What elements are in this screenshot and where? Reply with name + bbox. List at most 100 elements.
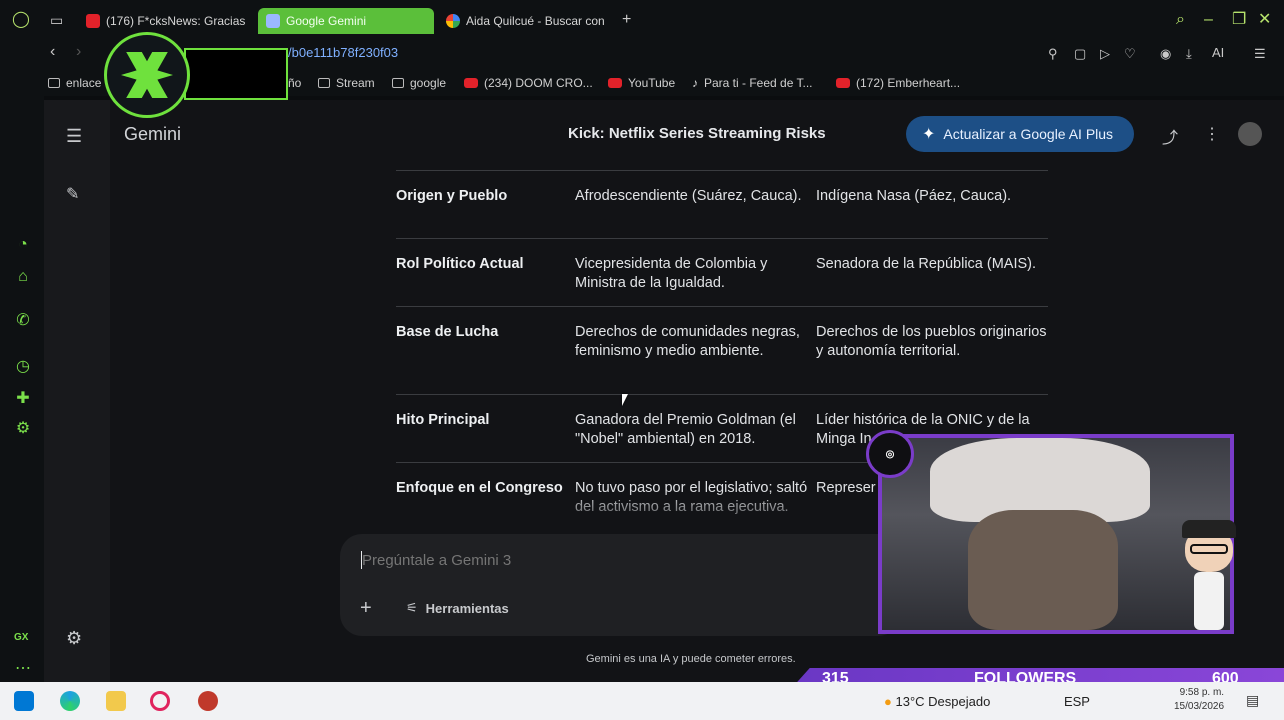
browser-tab-strip: ◯ ▭ (176) F*cksNews: Gracias Google Gemi…: [0, 0, 1284, 40]
tab-google-gemini[interactable]: Google Gemini: [258, 8, 434, 34]
settings-icon[interactable]: ⚙: [14, 420, 32, 438]
mouse-cursor: [622, 394, 628, 406]
folder-icon: [318, 78, 330, 88]
sliders-icon: ⚟: [406, 600, 418, 615]
bookmark-doom[interactable]: (234) DOOM CRO...: [464, 76, 593, 90]
youtube-icon: [86, 14, 100, 28]
folder-icon: [48, 78, 60, 88]
back-icon[interactable]: ‹: [50, 44, 55, 60]
figure-body: [1194, 572, 1224, 630]
bookmark-enlace[interactable]: enlace: [48, 76, 101, 90]
forward-icon[interactable]: ›: [76, 44, 81, 60]
search-icon[interactable]: ⌕: [1176, 12, 1185, 28]
conversation-title[interactable]: Kick: Netflix Series Streaming Risks: [568, 125, 826, 142]
avatar[interactable]: [1238, 122, 1262, 146]
url-field[interactable]: /b0e111b78f230f03: [288, 45, 398, 60]
cell: Senadora de la República (MAIS).: [816, 256, 1037, 272]
new-tab-icon[interactable]: +: [622, 12, 631, 28]
heart-icon[interactable]: ♡: [1124, 46, 1136, 62]
folder-icon: [392, 78, 404, 88]
table-row: Rol Político Actual Vicepresidenta de Co…: [396, 238, 1048, 306]
add-attachment-icon[interactable]: +: [360, 597, 372, 620]
bookmark-youtube[interactable]: YouTube: [608, 76, 675, 90]
overlay-logo-icon: [104, 32, 190, 118]
player-icon[interactable]: ▷: [1100, 46, 1110, 62]
row-label: Hito Principal: [396, 412, 490, 428]
funko-figure: [1182, 520, 1236, 632]
cell: Derechos de los pueblos originarios y au…: [816, 324, 1047, 359]
row-label: Origen y Pueblo: [396, 188, 508, 204]
app-title: Gemini: [124, 124, 182, 144]
clock[interactable]: 9:58 p. m. 15/03/2026: [1174, 686, 1224, 714]
workspaces-icon[interactable]: ▭: [50, 12, 63, 28]
avatar-icon[interactable]: ◉: [1160, 46, 1171, 62]
cell: Indígena Nasa (Páez, Cauca).: [816, 188, 1012, 204]
scroll-fade: [396, 490, 876, 530]
sparkle-icon: ✦: [922, 126, 936, 143]
windows-start-icon[interactable]: [14, 691, 34, 711]
opera-sidebar: [0, 96, 44, 682]
language-indicator[interactable]: ESP: [1064, 694, 1090, 709]
upgrade-label: Actualizar a Google AI Plus: [943, 126, 1114, 142]
gemini-side-rail: ☰ ✎ ⚙: [44, 100, 110, 682]
bookmark-folder[interactable]: ño: [288, 76, 301, 90]
weather-text[interactable]: 13°C Despejado: [895, 694, 990, 709]
file-explorer-icon[interactable]: [106, 691, 126, 711]
bookmark-tiktok[interactable]: ♪ Para ti - Feed de T...: [692, 76, 813, 90]
obs-icon[interactable]: [198, 691, 218, 711]
bookmark-stream[interactable]: Stream: [318, 76, 375, 90]
snapshot-icon[interactable]: ▢: [1074, 46, 1086, 62]
youtube-icon: [464, 78, 478, 88]
system-tray: ● 13°C Despejado ESP: [884, 694, 1090, 709]
row-label: Rol Político Actual: [396, 256, 524, 272]
bookmark-label: YouTube: [628, 76, 676, 90]
opera-gx-icon[interactable]: [150, 691, 170, 711]
bookmark-label: (234) DOOM CRO...: [484, 76, 593, 90]
settings-icon[interactable]: ⚙: [66, 628, 82, 649]
channel-badge-icon: ◎: [866, 430, 914, 478]
menu-icon[interactable]: ☰: [66, 126, 82, 147]
edge-icon[interactable]: [60, 691, 80, 711]
weather-icon: ●: [884, 694, 892, 709]
prompt-input[interactable]: [362, 550, 782, 570]
gemini-icon: [266, 14, 280, 28]
download-icon[interactable]: ⤓: [1186, 46, 1192, 62]
youtube-icon: [836, 78, 850, 88]
row-label: Base de Lucha: [396, 324, 499, 340]
bookmark-label: google: [410, 76, 447, 90]
speed-dial-icon[interactable]: ◔: [14, 236, 32, 254]
close-icon[interactable]: ✕: [1258, 12, 1271, 28]
upgrade-button[interactable]: ✦ Actualizar a Google AI Plus: [906, 116, 1134, 152]
clock-date: 15/03/2026: [1174, 701, 1225, 712]
aria-icon[interactable]: ⌂: [14, 268, 32, 286]
bookmark-google[interactable]: google: [392, 76, 446, 90]
minimize-icon[interactable]: –: [1204, 12, 1213, 28]
more-options-icon[interactable]: ⋮: [1204, 124, 1220, 144]
pin-icon[interactable]: ⚲: [1048, 46, 1058, 62]
ai-button[interactable]: AI: [1212, 45, 1224, 60]
logo-mark: [121, 52, 173, 98]
maximize-icon[interactable]: ❐: [1232, 12, 1246, 28]
ai-label: AI: [1212, 45, 1225, 60]
history-icon[interactable]: ◷: [14, 358, 32, 376]
tab-label: Google Gemini: [286, 14, 367, 28]
new-chat-icon[interactable]: ✎: [66, 184, 79, 204]
cell: Afrodescendiente (Suárez, Cauca).: [575, 188, 802, 204]
gx-label: GX: [14, 632, 29, 643]
tools-button[interactable]: ⚟ Herramientas: [406, 600, 509, 616]
notifications-icon[interactable]: ▤: [1246, 692, 1259, 709]
extensions-icon[interactable]: ✚: [14, 390, 32, 408]
easy-setup-icon[interactable]: ☰: [1254, 46, 1266, 62]
whatsapp-icon[interactable]: ✆: [14, 312, 32, 330]
bookmark-label: Stream: [336, 76, 375, 90]
webcam-face: [968, 510, 1118, 630]
bookmark-emberheart[interactable]: (172) Emberheart...: [836, 76, 960, 90]
opera-logo-icon[interactable]: ◯: [12, 12, 30, 28]
share-icon[interactable]: ⤴: [1162, 124, 1178, 148]
text-caret: [361, 551, 362, 569]
tab-aida-quilcue[interactable]: Aida Quilcué - Buscar con: [438, 8, 614, 34]
youtube-icon: [608, 78, 622, 88]
tab-fcksnews[interactable]: (176) F*cksNews: Gracias: [78, 8, 254, 34]
more-icon[interactable]: ⋯: [14, 660, 32, 678]
clock-time: 9:58 p. m.: [1179, 687, 1225, 698]
